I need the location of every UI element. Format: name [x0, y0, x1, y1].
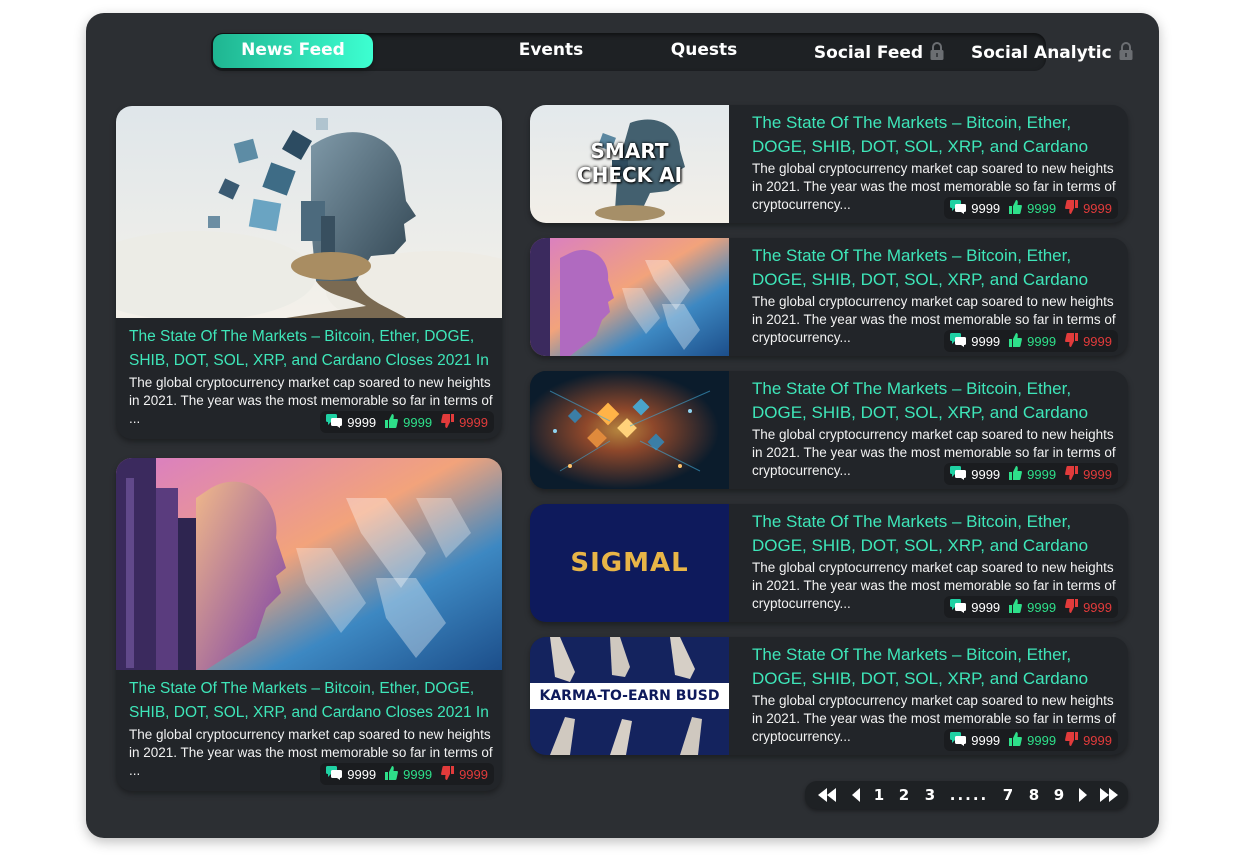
thumbs-up-icon[interactable]	[1009, 199, 1023, 217]
news-card[interactable]: The State Of The Markets – Bitcoin, Ethe…	[530, 371, 1128, 489]
comment-count: 9999	[971, 599, 1001, 615]
tab-quests[interactable]: Quests	[639, 33, 769, 71]
news-stats: 9999 9999 9999	[320, 411, 494, 433]
thumbs-down-icon[interactable]	[1065, 199, 1079, 217]
comment-icon[interactable]	[326, 413, 343, 431]
thumbs-down-icon[interactable]	[1065, 332, 1079, 350]
tab-label: News Feed	[241, 40, 345, 60]
news-image-karma: KARMA-TO-EARN BUSD	[530, 637, 729, 755]
news-stats: 9999 9999 9999	[944, 463, 1118, 485]
dislike-count: 9999	[1083, 200, 1112, 216]
last-page-icon[interactable]	[1095, 788, 1123, 802]
tab-events[interactable]: Events	[486, 33, 616, 71]
pagination-ellipsis: .....	[949, 786, 989, 804]
page-button-9[interactable]: 9	[1047, 786, 1071, 804]
thumbs-down-icon[interactable]	[441, 765, 455, 783]
news-stats: 9999 9999 9999	[944, 197, 1118, 219]
comment-icon[interactable]	[950, 465, 967, 483]
news-card[interactable]: The State Of The Markets – Bitcoin, Ethe…	[530, 238, 1128, 356]
dislike-count: 9999	[1083, 333, 1112, 349]
image-caption: SMART CHECK AI	[576, 139, 683, 187]
thumbs-down-icon[interactable]	[1065, 465, 1079, 483]
page-button-8[interactable]: 8	[1021, 786, 1047, 804]
news-card[interactable]: KARMA-TO-EARN BUSD The State Of The Mark…	[530, 637, 1128, 755]
news-image-smart-check: SMART CHECK AI	[530, 105, 729, 223]
thumbs-up-icon[interactable]	[1009, 332, 1023, 350]
like-count: 9999	[1027, 732, 1057, 748]
dislike-count: 9999	[1083, 466, 1112, 482]
page-button-2[interactable]: 2	[891, 786, 917, 804]
dislike-count: 9999	[1083, 599, 1112, 615]
news-title[interactable]: The State Of The Markets – Bitcoin, Ethe…	[129, 677, 499, 725]
news-title[interactable]: The State Of The Markets – Bitcoin, Ethe…	[752, 510, 1122, 558]
comment-icon[interactable]	[950, 598, 967, 616]
page-button-1[interactable]: 1	[867, 786, 891, 804]
tab-social-analytic[interactable]: Social Analytic	[971, 36, 1133, 74]
thumbs-up-icon[interactable]	[1009, 598, 1023, 616]
page-button-3[interactable]: 3	[917, 786, 943, 804]
news-image-ai-face	[116, 458, 502, 670]
comment-icon[interactable]	[326, 765, 343, 783]
news-stats: 9999 9999 9999	[944, 729, 1118, 751]
image-caption: SIGMAL	[570, 548, 689, 578]
comment-count: 9999	[971, 333, 1001, 349]
tab-social-feed[interactable]: Social Feed	[809, 36, 949, 74]
thumbs-down-icon[interactable]	[1065, 598, 1079, 616]
lock-icon	[1119, 38, 1133, 72]
page-button-7[interactable]: 7	[995, 786, 1021, 804]
dislike-count: 9999	[1083, 732, 1112, 748]
tab-label: Social Feed	[813, 43, 924, 63]
tab-bar: News Feed Events Quests Social Feed Soci…	[211, 33, 1133, 74]
news-card[interactable]: SIGMAL The State Of The Markets – Bitcoi…	[530, 504, 1128, 622]
comment-count: 9999	[971, 466, 1001, 482]
tab-label: Events	[518, 40, 584, 60]
tab-news-feed[interactable]: News Feed	[213, 34, 373, 68]
news-title[interactable]: The State Of The Markets – Bitcoin, Ethe…	[129, 325, 499, 373]
news-image-blockchain	[530, 371, 729, 489]
dislike-count: 9999	[459, 766, 488, 782]
comment-count: 9999	[347, 766, 377, 782]
news-stats: 9999 9999 9999	[944, 596, 1118, 618]
thumbs-up-icon[interactable]	[1009, 465, 1023, 483]
dislike-count: 9999	[459, 414, 488, 430]
like-count: 9999	[1027, 599, 1057, 615]
comment-icon[interactable]	[950, 731, 967, 749]
thumbs-up-icon[interactable]	[385, 765, 399, 783]
like-count: 9999	[403, 414, 433, 430]
like-count: 9999	[1027, 200, 1057, 216]
comment-icon[interactable]	[950, 332, 967, 350]
news-image-ai-head	[116, 106, 502, 318]
news-title[interactable]: The State Of The Markets – Bitcoin, Ethe…	[752, 111, 1122, 159]
comment-count: 9999	[971, 200, 1001, 216]
pagination: 1 2 3 ..... 7 8 9	[805, 781, 1128, 809]
news-card[interactable]: SMART CHECK AI The State Of The Markets …	[530, 105, 1128, 223]
comment-count: 9999	[347, 414, 377, 430]
featured-news-card[interactable]: The State Of The Markets – Bitcoin, Ethe…	[116, 458, 502, 791]
news-panel: News Feed Events Quests Social Feed Soci…	[86, 13, 1159, 838]
news-title[interactable]: The State Of The Markets – Bitcoin, Ethe…	[752, 643, 1122, 691]
prev-page-icon[interactable]	[845, 788, 867, 802]
news-image-sigmal: SIGMAL	[530, 504, 729, 622]
thumbs-up-icon[interactable]	[1009, 731, 1023, 749]
news-image-ai-face	[530, 238, 729, 356]
thumbs-down-icon[interactable]	[441, 413, 455, 431]
image-caption: KARMA-TO-EARN BUSD	[539, 688, 720, 704]
tab-label: Social Analytic	[971, 43, 1112, 63]
next-page-icon[interactable]	[1071, 788, 1095, 802]
like-count: 9999	[403, 766, 433, 782]
thumbs-up-icon[interactable]	[385, 413, 399, 431]
comment-count: 9999	[971, 732, 1001, 748]
news-title[interactable]: The State Of The Markets – Bitcoin, Ethe…	[752, 244, 1122, 292]
like-count: 9999	[1027, 466, 1057, 482]
comment-icon[interactable]	[950, 199, 967, 217]
news-stats: 9999 9999 9999	[320, 763, 494, 785]
tab-label: Quests	[670, 40, 738, 60]
featured-news-card[interactable]: The State Of The Markets – Bitcoin, Ethe…	[116, 106, 502, 439]
first-page-icon[interactable]	[815, 788, 839, 802]
news-title[interactable]: The State Of The Markets – Bitcoin, Ethe…	[752, 377, 1122, 425]
thumbs-down-icon[interactable]	[1065, 731, 1079, 749]
like-count: 9999	[1027, 333, 1057, 349]
lock-icon	[930, 38, 944, 72]
news-stats: 9999 9999 9999	[944, 330, 1118, 352]
